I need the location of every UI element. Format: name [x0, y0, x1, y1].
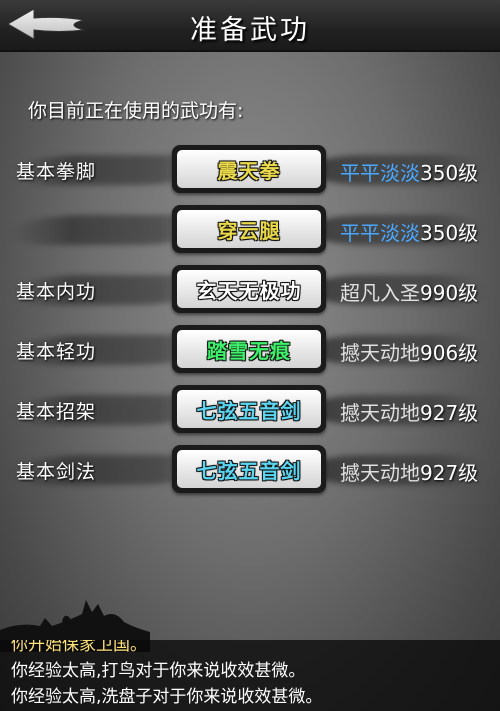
skill-level-value: 906级	[420, 341, 479, 365]
skill-level: 撼天动地906级	[340, 337, 478, 366]
skill-level: 撼天动地927级	[340, 397, 478, 426]
skill-level-value: 927级	[420, 461, 479, 485]
skill-level-label: 平平淡淡	[340, 161, 420, 185]
skill-level-label: 撼天动地	[340, 341, 420, 365]
skill-name: 七弦五音剑	[177, 390, 321, 428]
skill-row: 基本内功 玄天无极功 超凡入圣990级	[0, 265, 500, 317]
message-log: 你开始保家卫国。 你经验太高,打鸟对于你来说收效甚微。 你经验太高,洗盘子对于你…	[0, 640, 500, 711]
skill-name: 穿云腿	[177, 210, 321, 248]
skill-level-label: 超凡入圣	[340, 281, 420, 305]
skill-row: 基本拳脚 震天拳 平平淡淡350级	[0, 145, 500, 197]
skill-category-label: 基本内功	[16, 281, 97, 303]
skill-button[interactable]: 七弦五音剑	[172, 385, 326, 433]
skill-category-label: 基本招架	[16, 401, 97, 423]
log-line: 你经验太高,洗盘子对于你来说收效甚微。	[11, 687, 323, 707]
log-line: 你开始保家卫国。	[11, 640, 147, 655]
skill-level-value: 350级	[420, 221, 479, 245]
skill-button[interactable]: 穿云腿	[172, 205, 326, 253]
skill-level-label: 撼天动地	[340, 461, 420, 485]
skill-level-value: 990级	[420, 281, 479, 305]
skill-level-value: 350级	[420, 161, 479, 185]
skill-level-label: 平平淡淡	[340, 221, 420, 245]
skill-name: 踏雪无痕	[177, 330, 321, 368]
skill-category-label: 基本剑法	[16, 461, 97, 483]
skill-button[interactable]: 七弦五音剑	[172, 445, 326, 493]
skill-button[interactable]: 震天拳	[172, 145, 326, 193]
skill-level: 平平淡淡350级	[340, 157, 478, 186]
skill-level: 超凡入圣990级	[340, 277, 478, 306]
skill-level-value: 927级	[420, 401, 479, 425]
top-bar: 准备武功	[0, 0, 500, 52]
skill-name: 七弦五音剑	[177, 450, 321, 488]
active-skills-heading: 你目前正在使用的武功有:	[28, 100, 244, 122]
skill-row: 基本招架 七弦五音剑 撼天动地927级	[0, 385, 500, 437]
page-title: 准备武功	[190, 15, 310, 46]
skill-button[interactable]: 踏雪无痕	[172, 325, 326, 373]
skill-button[interactable]: 玄天无极功	[172, 265, 326, 313]
skill-name: 震天拳	[177, 150, 321, 188]
skill-row: 基本轻功 踏雪无痕 撼天动地906级	[0, 325, 500, 377]
log-line: 清温除	[11, 706, 62, 711]
skill-row: 穿云腿 平平淡淡350级	[0, 205, 500, 257]
skill-name: 玄天无极功	[177, 270, 321, 308]
skill-category-label: 基本轻功	[16, 341, 97, 363]
skill-level: 平平淡淡350级	[340, 217, 478, 246]
log-line: 你经验太高,打鸟对于你来说收效甚微。	[11, 661, 306, 681]
skill-row: 基本剑法 七弦五音剑 撼天动地927级	[0, 445, 500, 497]
skill-category-label: 基本拳脚	[16, 161, 97, 183]
skill-level-label: 撼天动地	[340, 401, 420, 425]
skill-level: 撼天动地927级	[340, 457, 478, 486]
